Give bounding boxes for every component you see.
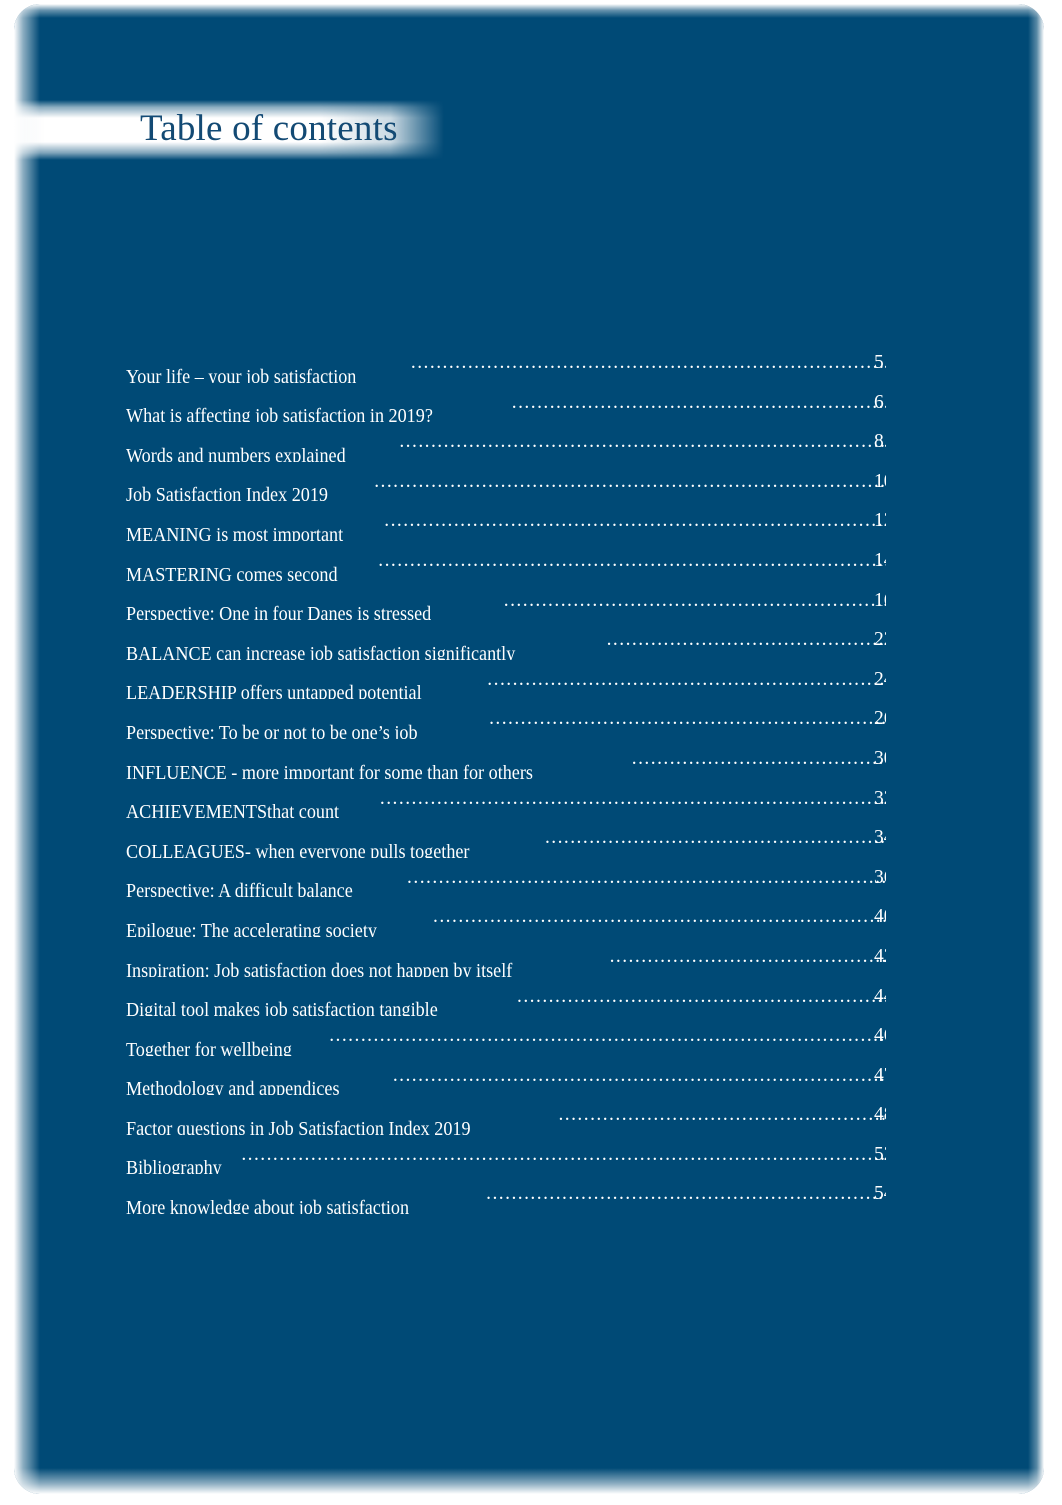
toc-entry-title: Job Satisfaction Index 2019 (126, 485, 328, 502)
toc-entry-page-number: 36 (874, 866, 886, 888)
toc-entry-page-number: 40 (874, 906, 886, 928)
toc-leader-dots: ........................................… (241, 1143, 886, 1165)
toc-entry-page-number: 46 (874, 1025, 886, 1047)
toc-entry-page-number: 30 (874, 747, 886, 769)
toc-entry[interactable]: Perspective: A difficult balance........… (126, 858, 886, 898)
toc-leader-dots: ........................................… (329, 1025, 886, 1047)
toc-entry-title: Factor questions in Job Satisfaction Ind… (126, 1118, 471, 1135)
toc-leader-dots: ........................................… (517, 985, 886, 1007)
toc-entry-page-number: 52 (874, 1143, 886, 1165)
toc-leader-dots: ........................................… (544, 827, 886, 849)
toc-leader-dots: ........................................… (379, 787, 886, 809)
toc-entry[interactable]: Perspective: To be or not to be one’s jo… (126, 699, 886, 739)
toc-entry-page-number: 26 (874, 708, 886, 730)
toc-leader-dots: ........................................… (392, 1064, 886, 1086)
toc-entry[interactable]: COLLEAGUES- when everyone pulls together… (126, 818, 886, 858)
toc-leader-dots: ........................................… (407, 866, 886, 888)
page-edge-bottom-fade (14, 1468, 1044, 1494)
toc-entry[interactable]: Your life – your job satisfaction.......… (126, 343, 886, 383)
toc-entry[interactable]: Perspective: One in four Danes is stress… (126, 581, 886, 621)
toc-leader-dots: ........................................… (487, 668, 886, 690)
toc-entry[interactable]: Job Satisfaction Index 2019.............… (126, 462, 886, 502)
toc-entry[interactable]: What is affecting job satisfaction in 20… (126, 383, 886, 423)
toc-entry-page-number: 42 (874, 945, 886, 967)
toc-entry-page-number: 6 (874, 391, 884, 413)
toc-leader-dots: ........................................… (399, 431, 885, 453)
toc-entry-title: Epilogue: The accelerating society (126, 920, 377, 937)
toc-leader-dots: ........................................… (503, 589, 886, 611)
page-edge-right-fade (1028, 4, 1044, 1494)
toc-entry-title: Inspiration: Job satisfaction does not h… (126, 960, 513, 977)
toc-entry[interactable]: Digital tool makes job satisfaction tang… (126, 977, 886, 1017)
toc-entry-title: Digital tool makes job satisfaction tang… (126, 1000, 438, 1017)
toc-entry[interactable]: More knowledge about job satisfaction...… (126, 1174, 886, 1214)
toc-entry-title: LEADERSHIP offers untapped potential (126, 683, 422, 700)
toc-entry[interactable]: ACHIEVEMENTSthat count..................… (126, 779, 886, 819)
toc-entry-title: Perspective: To be or not to be one’s jo… (126, 722, 418, 739)
toc-entry-page-number: 44 (874, 985, 886, 1007)
toc-entry[interactable]: Inspiration: Job satisfaction does not h… (126, 937, 886, 977)
toc-entry[interactable]: Factor questions in Job Satisfaction Ind… (126, 1095, 886, 1135)
toc-entry-page-number: 5 (874, 352, 884, 373)
table-of-contents-list: Your life – your job satisfaction.......… (126, 343, 886, 1214)
toc-leader-dots: ........................................… (606, 629, 886, 651)
toc-entry[interactable]: Epilogue: The accelerating society......… (126, 897, 886, 937)
toc-entry-title: Together for wellbeing (126, 1039, 292, 1056)
toc-entry[interactable]: Methodology and appendices..............… (126, 1056, 886, 1096)
toc-entry-title: COLLEAGUES- when everyone pulls together (126, 841, 470, 858)
toc-entry-page-number: 12 (874, 510, 886, 532)
toc-entry-page-number: 8 (874, 431, 884, 453)
toc-entry-title: MEANING is most important (126, 524, 344, 541)
toc-entry-title: BALANCE can increase job satisfaction si… (126, 643, 516, 660)
toc-leader-dots: ........................................… (558, 1104, 886, 1126)
toc-leader-dots: ........................................… (486, 1183, 886, 1205)
toc-leader-dots: ........................................… (410, 352, 884, 373)
toc-entry-page-number: 10 (874, 470, 886, 492)
page-title: Table of contents (140, 108, 398, 149)
toc-leader-dots: ........................................… (609, 945, 886, 967)
toc-entry[interactable]: LEADERSHIP offers untapped potential....… (126, 660, 886, 700)
toc-entry-page-number: 34 (874, 827, 886, 849)
toc-entry-title: Bibliography (126, 1158, 222, 1175)
toc-entry[interactable]: MASTERING comes second..................… (126, 541, 886, 581)
toc-entry[interactable]: INFLUENCE - more important for some than… (126, 739, 886, 779)
toc-entry-title: Words and numbers explained (126, 445, 346, 462)
toc-entry-title: Your life – your job satisfaction (126, 366, 357, 383)
toc-entry-title: What is affecting job satisfaction in 20… (126, 406, 433, 423)
toc-entry-title: Methodology and appendices (126, 1079, 340, 1096)
toc-entry-page-number: 14 (874, 549, 886, 571)
toc-entry-title: ACHIEVEMENTSthat count (126, 802, 340, 819)
toc-entry-title: Perspective: A difficult balance (126, 881, 353, 898)
toc-leader-dots: ........................................… (631, 747, 886, 769)
toc-leader-dots: ........................................… (511, 391, 884, 413)
toc-entry-page-number: 47 (874, 1064, 886, 1086)
toc-entry[interactable]: Bibliography............................… (126, 1135, 886, 1175)
toc-entry-title: INFLUENCE - more important for some than… (126, 762, 533, 779)
toc-entry[interactable]: Words and numbers explained.............… (126, 422, 886, 462)
toc-leader-trailing-dots: ... (884, 343, 886, 383)
toc-entry-page-number: 24 (874, 668, 886, 690)
toc-entry-title: More knowledge about job satisfaction (126, 1198, 410, 1215)
toc-leader-dots: ........................................… (374, 470, 886, 492)
toc-entry[interactable]: MEANING is most important...............… (126, 501, 886, 541)
toc-leader-dots: ........................................… (489, 708, 886, 730)
toc-entry-page-number: 22 (874, 629, 886, 651)
toc-leader-trailing-dots: .. (884, 383, 886, 423)
toc-leader-dots: ........................................… (433, 906, 886, 928)
page-edge-top-fade (14, 4, 1044, 18)
toc-entry[interactable]: BALANCE can increase job satisfaction si… (126, 620, 886, 660)
toc-entry-title: MASTERING comes second (126, 564, 338, 581)
toc-entry-page-number: 16 (874, 589, 886, 611)
toc-leader-trailing-dots: ... (884, 422, 886, 462)
document-page: Table of contents Your life – your job s… (14, 4, 1044, 1494)
toc-entry[interactable]: Together for wellbeing..................… (126, 1016, 886, 1056)
toc-entry-page-number: 54 (874, 1183, 886, 1205)
page-edge-left-fade (14, 4, 40, 1494)
toc-leader-dots: ........................................… (384, 510, 886, 532)
toc-entry-page-number: 48 (874, 1104, 886, 1126)
toc-entry-title: Perspective: One in four Danes is stress… (126, 604, 432, 621)
toc-leader-dots: ........................................… (378, 549, 886, 571)
toc-entry-page-number: 32 (874, 787, 886, 809)
